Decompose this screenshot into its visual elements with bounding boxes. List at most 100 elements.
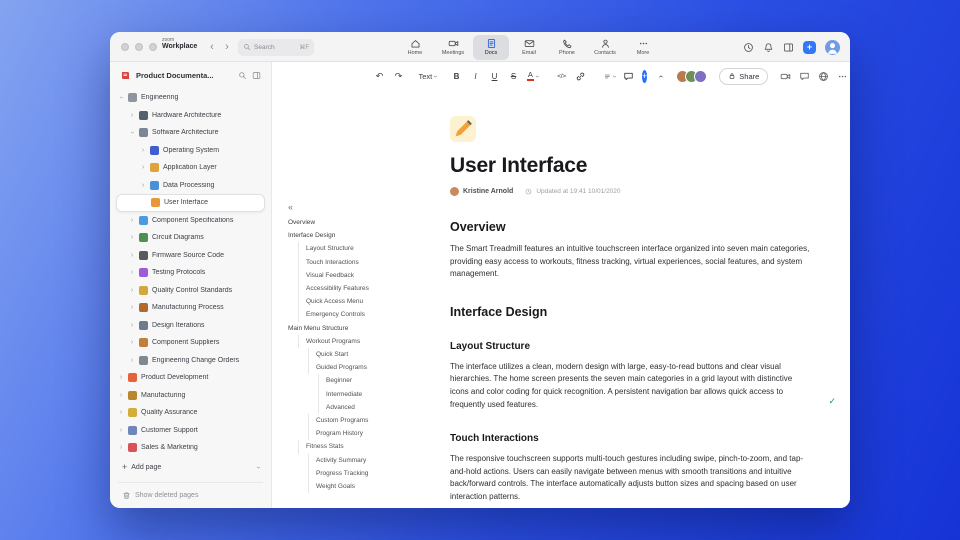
sidebar-tree-item[interactable]: › Component Specifications [116, 212, 265, 230]
minimize-window-button[interactable] [135, 43, 143, 51]
sidebar-tree-item[interactable]: › Design Iterations [116, 317, 265, 335]
outline-item[interactable]: Guided Programs [308, 361, 440, 375]
camera-button[interactable] [778, 68, 793, 84]
underline-button[interactable]: U [487, 68, 502, 84]
outline-item[interactable]: Advanced [318, 400, 440, 415]
clock-icon[interactable] [743, 42, 754, 53]
tab-phone[interactable]: Phone [549, 35, 585, 60]
document-emoji-icon[interactable] [450, 116, 476, 142]
tab-email[interactable]: Email [511, 35, 547, 60]
global-search-input[interactable]: Search ⌘F [238, 38, 314, 56]
sidebar-tree-item[interactable]: › Manufacturing Process [116, 299, 265, 317]
sidebar-tree-item[interactable]: User Interface [116, 194, 265, 212]
outline-item[interactable]: Quick Start [308, 348, 440, 362]
outline-item[interactable]: Quick Access Menu [298, 295, 440, 309]
chevron-right-icon[interactable]: › [129, 357, 135, 364]
tab-contacts[interactable]: Contacts [587, 35, 623, 60]
outline-item[interactable]: Emergency Controls [298, 308, 440, 322]
chevron-right-icon[interactable]: › [129, 217, 135, 224]
chevron-right-icon[interactable]: › [129, 252, 135, 259]
close-window-button[interactable] [121, 43, 129, 51]
sidebar-tree-item[interactable]: › Circuit Diagrams [116, 229, 265, 247]
chevron-down-icon[interactable]: › [118, 94, 125, 101]
chevron-right-icon[interactable]: › [129, 304, 135, 311]
outline-item[interactable]: Overview [288, 216, 440, 229]
sidebar-tree-item[interactable]: › Quality Control Standards [116, 282, 265, 300]
chevron-right-icon[interactable]: › [140, 182, 146, 189]
sidebar-tree-item[interactable]: › Software Architecture [116, 124, 265, 142]
sidebar-tree-item[interactable]: › Sales & Marketing [116, 439, 265, 457]
sidebar-collapse-icon[interactable] [252, 71, 261, 80]
chevron-right-icon[interactable]: › [129, 112, 135, 119]
chevron-right-icon[interactable]: › [118, 427, 124, 434]
panel-icon[interactable] [783, 42, 794, 53]
sidebar-tree-item[interactable]: › Engineering [116, 89, 265, 107]
italic-button[interactable]: I [468, 68, 483, 84]
chevron-down-icon[interactable]: › [129, 129, 136, 136]
chevron-right-icon[interactable]: › [129, 269, 135, 276]
document-scroll-area[interactable]: « Overview Interface Design Layout Structu… [272, 90, 850, 508]
sidebar-tree-item[interactable]: › Customer Support [116, 422, 265, 440]
comment-button[interactable] [621, 68, 636, 84]
sidebar-tree-item[interactable]: › Product Development [116, 369, 265, 387]
undo-button[interactable]: ↶ [372, 68, 387, 84]
outline-item[interactable]: Visual Feedback [298, 268, 440, 283]
user-avatar[interactable] [825, 39, 840, 55]
strikethrough-button[interactable]: S [506, 68, 521, 84]
new-button[interactable]: + [803, 40, 816, 54]
chevron-right-icon[interactable]: › [129, 234, 135, 241]
collapse-toolbar-button[interactable]: › [653, 68, 668, 84]
chevron-right-icon[interactable]: › [118, 374, 124, 381]
outline-item[interactable]: Beginner [318, 374, 440, 388]
chevron-right-icon[interactable]: › [118, 409, 124, 416]
link-button[interactable] [573, 68, 588, 84]
outline-item[interactable]: Fitness Stats [298, 440, 440, 454]
more-button[interactable] [835, 68, 850, 84]
sidebar-tree-item[interactable]: › Manufacturing [116, 387, 265, 405]
sidebar-tree-item[interactable]: › Firmware Source Code [116, 247, 265, 265]
outline-item[interactable]: Main Menu Structure [288, 322, 440, 335]
chevron-right-icon[interactable]: › [129, 287, 135, 294]
chevron-right-icon[interactable]: › [129, 322, 135, 329]
outline-item[interactable]: Intermediate [318, 387, 440, 401]
outline-item[interactable]: Layout Structure [298, 242, 440, 256]
outline-item[interactable]: Custom Programs [308, 414, 440, 428]
outline-item[interactable]: Progress Tracking [308, 466, 440, 481]
sidebar-search-icon[interactable] [238, 71, 247, 80]
tab-docs[interactable]: Docs [473, 34, 509, 60]
outline-item[interactable]: Interface Design [288, 229, 440, 242]
outline-item[interactable]: Touch Interactions [298, 255, 440, 269]
nav-forward-icon[interactable]: › [222, 32, 232, 62]
tab-home[interactable]: Home [397, 35, 433, 60]
chevron-right-icon[interactable]: › [140, 147, 146, 154]
insert-button[interactable]: + [642, 69, 648, 83]
redo-button[interactable]: ↷ [391, 68, 406, 84]
tab-meetings[interactable]: Meetings [435, 35, 471, 60]
sidebar-tree-item[interactable]: › Data Processing [116, 177, 265, 195]
chevron-right-icon[interactable]: › [118, 444, 124, 451]
inline-code-button[interactable]: </> [554, 68, 569, 84]
sidebar-tree-item[interactable]: › Operating System [116, 142, 265, 160]
bell-icon[interactable] [763, 42, 774, 53]
resolved-check-icon[interactable]: ✓ [828, 395, 836, 408]
outline-item[interactable]: Activity Summary [308, 453, 440, 467]
collapse-outline-icon[interactable]: « [288, 202, 440, 212]
sidebar-tree-item[interactable]: › Application Layer [116, 159, 265, 177]
sidebar-tree-item[interactable]: › Component Suppliers [116, 334, 265, 352]
chevron-right-icon[interactable]: › [140, 164, 146, 171]
sidebar-tree-item[interactable]: › Hardware Architecture [116, 107, 265, 125]
text-style-dropdown[interactable]: Text › [418, 68, 438, 84]
share-button[interactable]: Share [719, 67, 769, 85]
chevron-down-icon[interactable]: › [254, 464, 261, 471]
outline-item[interactable]: Workout Programs [298, 334, 440, 349]
sidebar-tree-item[interactable]: › Quality Assurance [116, 404, 265, 422]
outline-item[interactable]: Weight Goals [308, 480, 440, 494]
chat-button[interactable] [797, 68, 812, 84]
bold-button[interactable]: B [449, 68, 464, 84]
sidebar-tree-item[interactable]: › Testing Protocols [116, 264, 265, 282]
show-deleted-pages-button[interactable]: Show deleted pages [110, 488, 271, 504]
globe-button[interactable] [816, 68, 831, 84]
maximize-window-button[interactable] [149, 43, 157, 51]
outline-item[interactable]: Program History [308, 427, 440, 441]
document-title[interactable]: User Interface [450, 154, 812, 178]
